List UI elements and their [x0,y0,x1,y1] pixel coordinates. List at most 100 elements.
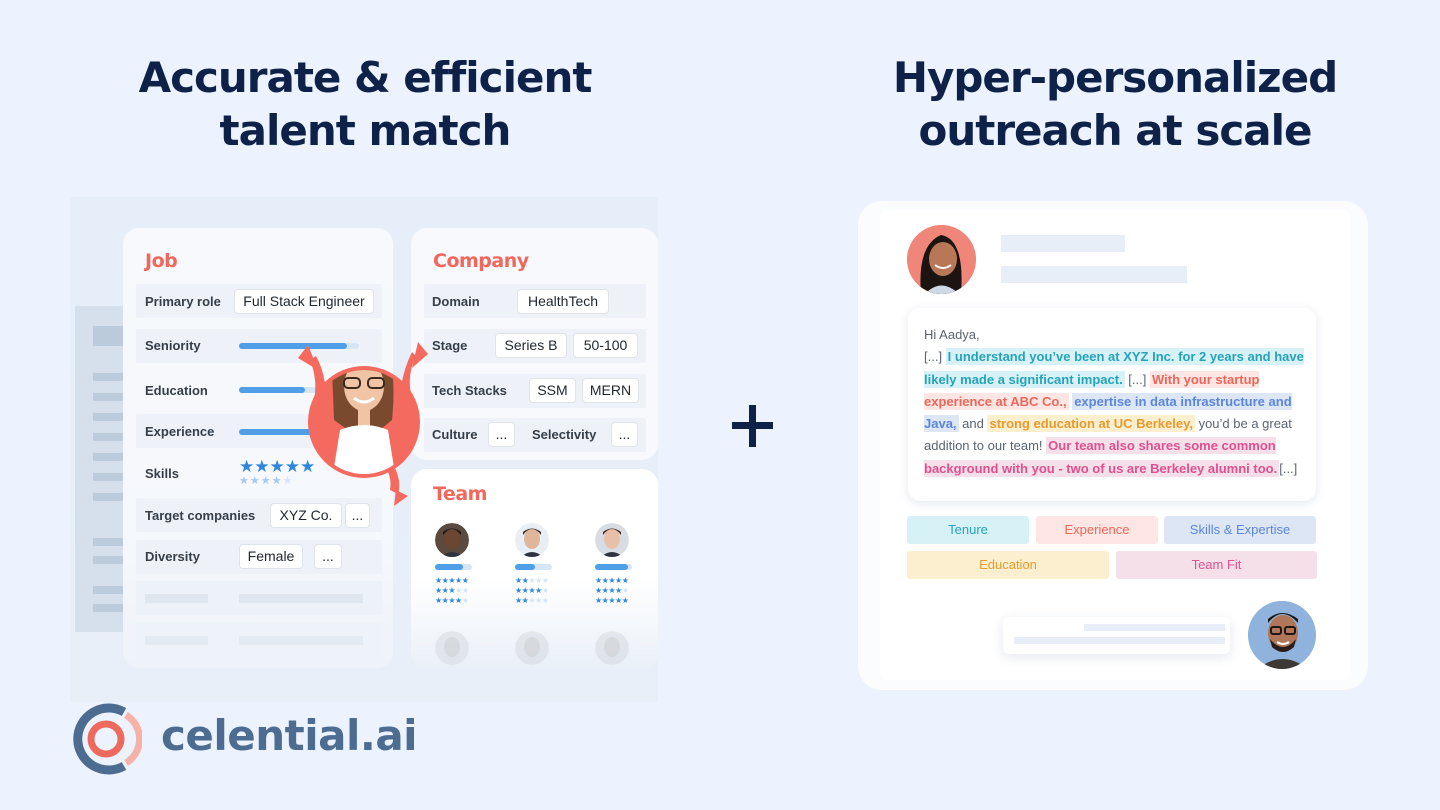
primary-role-chip[interactable]: Full Stack Engineer [234,289,374,314]
recipient-photo [907,225,976,294]
star-filled-icon: ★ [521,586,529,595]
star-filled-icon: ★ [455,576,462,585]
star-empty-icon: ★ [535,596,542,605]
star-empty-icon: ★ [541,596,549,605]
diversity-label: Diversity [145,549,200,564]
sender-avatar [1248,601,1316,669]
star-filled-icon: ★ [515,576,522,585]
star-empty-icon: ★ [282,475,294,487]
job-card-title: Job [145,250,178,272]
selectivity-chip[interactable]: ... [611,422,638,447]
star-empty-icon: ★ [541,586,549,595]
reply-line-placeholder [1014,637,1225,644]
star-filled-icon: ★ [260,475,272,487]
team-card: Team ★★★★★ ★★★★★ ★★★★★ ★★★★★ ★★★★★ ★★★★★ ★★★★★… [411,469,658,669]
more-diversity-button[interactable]: ... [314,544,342,569]
celential-logo-icon [73,703,142,775]
skeleton-bar [145,636,208,645]
tech-stack-chip[interactable]: MERN [582,378,639,403]
primary-role-label: Primary role [145,294,221,309]
company-card: Company Domain HealthTech Stage Series B… [411,228,658,460]
message-text: [...] [1124,371,1150,387]
team-member-rating: ★★★★★ [435,576,469,586]
star-empty-icon: ★ [455,586,462,595]
star-filled-icon: ★ [448,596,456,605]
tag-tenure[interactable]: Tenure [907,516,1029,544]
star-empty-icon: ★ [621,586,629,595]
message-greeting: Hi Aadya, [924,327,980,342]
size-chip[interactable]: 50-100 [573,333,638,358]
star-empty-icon: ★ [528,596,536,605]
domain-chip[interactable]: HealthTech [517,289,609,314]
star-filled-icon: ★ [441,586,449,595]
star-filled-icon: ★ [608,576,616,585]
target-companies-label: Target companies [145,508,256,523]
team-member-rating: ★★★★★ [515,576,549,586]
star-filled-icon: ★ [271,475,283,487]
message-body: Hi Aadya, [...] I understand you’ve been… [924,324,1306,480]
team-member-avatar-faded [435,631,469,665]
diversity-chip[interactable]: Female [239,544,303,569]
tech-stack-chip[interactable]: SSM [529,378,576,403]
highlight-education: strong education at UC Berkeley, [987,415,1195,433]
education-label: Education [145,383,208,398]
star-filled-icon: ★ [435,586,442,595]
recipient-title-placeholder [1001,266,1187,283]
star-filled-icon: ★ [601,586,609,595]
tag-teamfit[interactable]: Team Fit [1116,551,1317,579]
stage-chip[interactable]: Series B [495,333,567,358]
candidate-avatar [298,342,428,506]
star-filled-icon: ★ [521,596,529,605]
star-filled-icon: ★ [239,475,250,487]
resume-skeleton [75,306,125,632]
team-member-rating: ★★★★★ [595,586,629,596]
team-member-rating: ★★★★★ [515,596,549,606]
star-filled-icon: ★ [441,576,449,585]
star-filled-icon: ★ [621,576,629,585]
star-filled-icon: ★ [601,576,609,585]
culture-chip[interactable]: ... [488,422,515,447]
message-content: [...] I understand you’ve been at XYZ In… [924,346,1306,480]
skills-label: Skills [145,466,179,481]
message-text: and [958,416,988,432]
star-filled-icon: ★ [448,576,456,585]
tag-skills[interactable]: Skills & Expertise [1164,516,1316,544]
tech-stacks-label: Tech Stacks [432,383,507,398]
plus-icon [732,405,773,447]
star-filled-icon: ★ [595,586,602,595]
star-filled-icon: ★ [535,586,542,595]
brand-name: celential.ai [161,711,418,760]
team-card-title: Team [433,483,487,505]
star-filled-icon: ★ [615,576,622,585]
team-member-match-bar [435,564,472,570]
selectivity-label: Selectivity [532,427,597,442]
star-filled-icon: ★ [521,576,529,585]
team-member-avatar[interactable] [515,523,549,557]
star-filled-icon: ★ [461,576,469,585]
team-member-avatar[interactable] [435,523,469,557]
star-empty-icon: ★ [535,576,542,585]
team-member-rating: ★★★★★ [435,586,469,596]
headline-line: Accurate & efficient [138,53,593,102]
skeleton-bar [239,636,363,645]
headline-line: outreach at scale [918,106,1313,155]
team-member-avatar-faded [595,631,629,665]
star-filled-icon: ★ [269,457,285,476]
team-member-avatar-faded [515,631,549,665]
team-member-match-bar [595,564,632,570]
star-filled-icon: ★ [435,596,442,605]
company-card-title: Company [433,250,529,272]
star-filled-icon: ★ [595,596,602,605]
team-member-avatar[interactable] [595,523,629,557]
tag-education[interactable]: Education [907,551,1109,579]
message-text: [...] [1279,460,1298,476]
star-filled-icon: ★ [448,586,456,595]
outreach-message: Hi Aadya, [...] I understand you’ve been… [908,308,1316,501]
star-filled-icon: ★ [615,586,622,595]
star-filled-icon: ★ [239,457,255,476]
star-filled-icon: ★ [608,586,616,595]
star-filled-icon: ★ [615,596,622,605]
tag-experience[interactable]: Experience [1036,516,1158,544]
seniority-label: Seniority [145,338,201,353]
message-text: [...] [924,349,946,365]
